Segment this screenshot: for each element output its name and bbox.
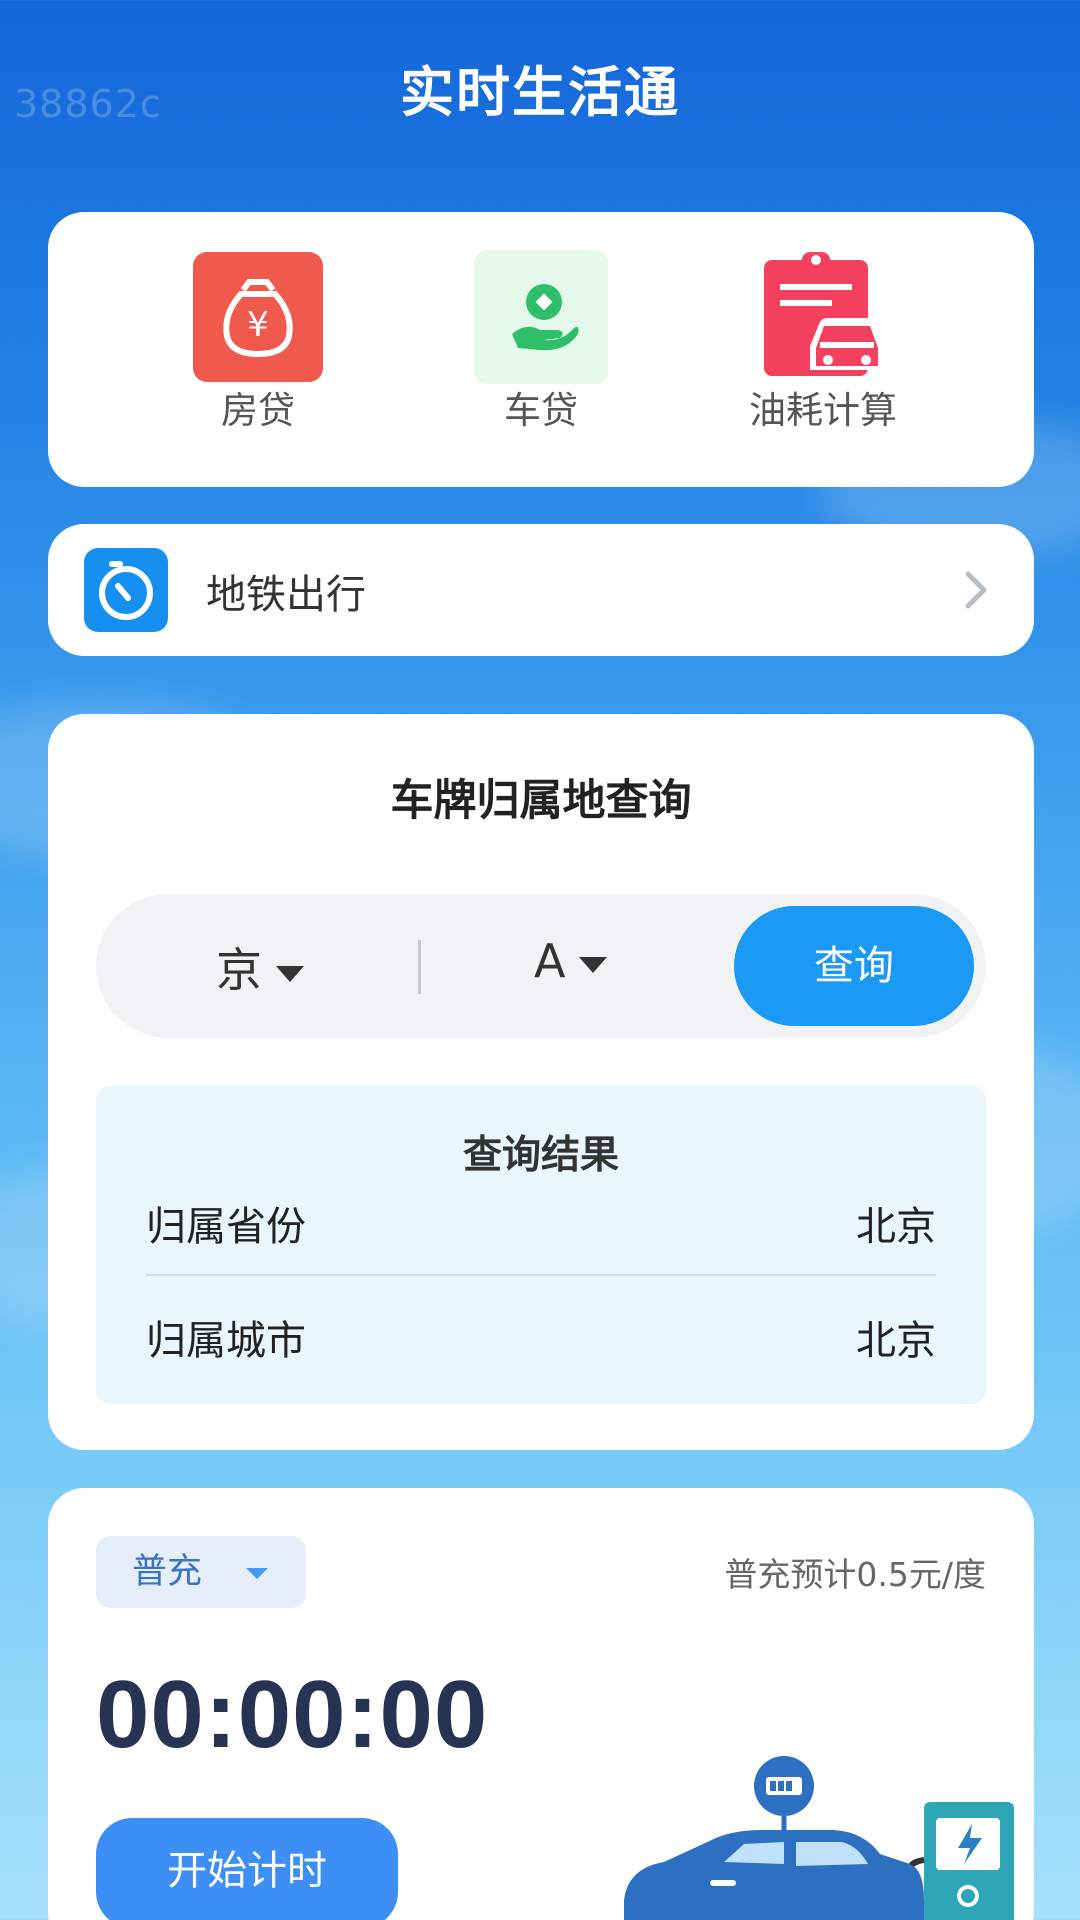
tool-label: 油耗计算 — [749, 389, 897, 432]
chevron-right-icon — [956, 568, 996, 612]
charge-mode-value: 普充 — [132, 1552, 203, 1592]
province-value: 京 — [216, 943, 262, 997]
caret-down-icon — [579, 956, 608, 973]
hand-coin-icon — [468, 244, 614, 390]
page-title: 实时生活通 — [400, 61, 680, 124]
timer-display: 00:00:00 — [96, 1661, 489, 1768]
subway-row[interactable]: 地铁出行 — [48, 524, 1034, 656]
query-result-panel: 查询结果 归属省份 北京 归属城市 北京 — [96, 1086, 986, 1404]
svg-text:¥: ¥ — [247, 305, 269, 345]
province-dropdown[interactable]: 京 — [216, 934, 304, 1000]
tool-label: 车贷 — [504, 389, 578, 432]
plate-query-bar: 京 A 查询 — [96, 894, 986, 1038]
tool-label: 房贷 — [221, 389, 295, 432]
plate-lookup-card: 车牌归属地查询 京 A 查询 查询结果 归属省份 北京 归属城市 北京 — [48, 714, 1034, 1450]
tool-fuel-calc[interactable]: 油耗计算 — [693, 250, 953, 434]
caret-down-icon — [276, 965, 304, 982]
letter-value: A — [534, 934, 566, 988]
price-note: 普充预计0.5元/度 — [724, 1555, 986, 1594]
tool-mortgage[interactable]: ¥ 房贷 — [128, 250, 388, 434]
divider — [146, 1274, 936, 1276]
tool-car-loan[interactable]: 车贷 — [411, 244, 671, 434]
plate-lookup-title: 车牌归属地查询 — [390, 776, 692, 826]
result-row: 归属城市 北京 — [146, 1308, 936, 1366]
ev-charging-illustration — [624, 1750, 1014, 1920]
divider — [418, 940, 421, 994]
result-key: 归属省份 — [146, 1204, 306, 1250]
start-timer-button[interactable]: 开始计时 — [96, 1818, 398, 1920]
fuel-calc-icon — [756, 250, 890, 384]
result-value: 北京 — [856, 1204, 936, 1250]
result-title: 查询结果 — [462, 1133, 619, 1178]
result-value: 北京 — [856, 1318, 936, 1364]
subway-label: 地铁出行 — [206, 572, 366, 618]
query-button[interactable]: 查询 — [734, 906, 974, 1026]
result-row: 归属省份 北京 — [146, 1194, 936, 1252]
tools-card: ¥ 房贷 车贷 油耗计算 — [48, 212, 1034, 487]
subway-icon — [84, 548, 168, 632]
caret-down-icon — [246, 1568, 268, 1579]
charge-mode-dropdown[interactable]: 普充 — [96, 1536, 306, 1608]
result-key: 归属城市 — [146, 1318, 306, 1364]
money-bag-icon: ¥ — [191, 250, 325, 384]
charge-timer-card: 普充 普充预计0.5元/度 00:00:00 开始计时 — [48, 1488, 1034, 1920]
letter-dropdown[interactable]: A — [534, 934, 608, 988]
